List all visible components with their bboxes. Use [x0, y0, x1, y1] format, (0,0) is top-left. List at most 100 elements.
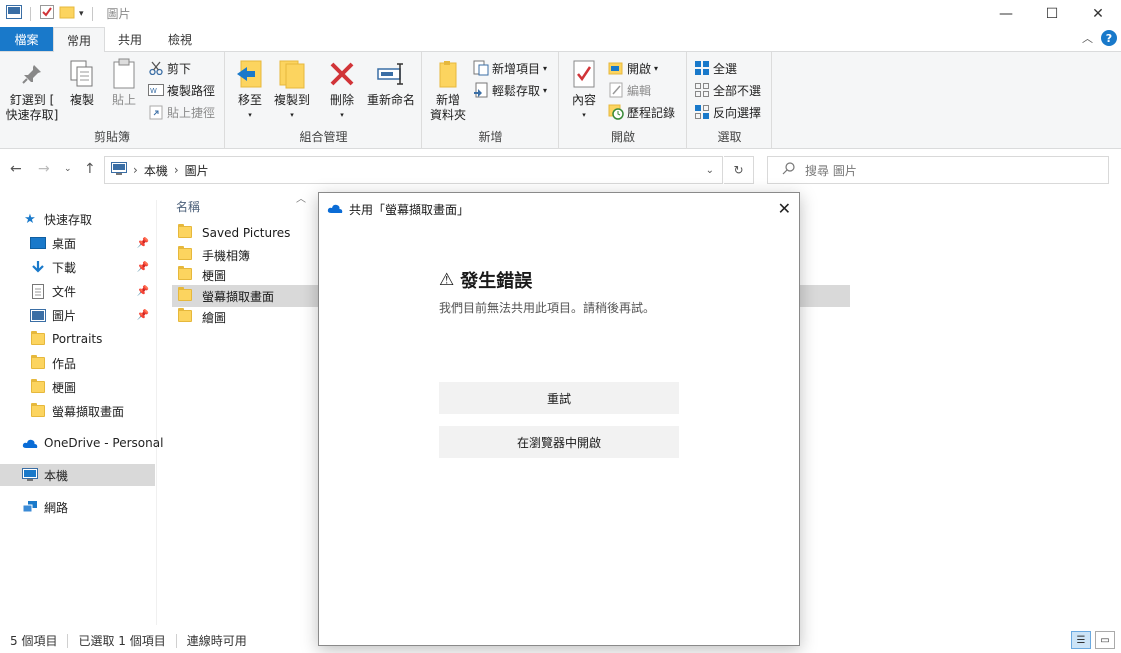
pin-quick-access-button[interactable]: 釘選到 [ 快速存取] [4, 58, 60, 123]
properties-icon [568, 58, 600, 90]
recent-locations-chevron-icon[interactable]: ⌄ [64, 164, 72, 174]
pin-icon[interactable]: 📌 [137, 286, 149, 297]
breadcrumb-this-pc[interactable]: 本機 [144, 162, 168, 179]
quick-access-toolbar: ▾ 圖片 [0, 0, 131, 27]
details-view-icon[interactable]: ☰ [1071, 631, 1091, 649]
select-all-label: 全選 [713, 61, 738, 76]
easy-access-button[interactable]: 輕鬆存取 ▾ [473, 80, 547, 100]
ribbon-right-controls: ︿ ? [1082, 30, 1117, 46]
pin-icon[interactable]: 📌 [137, 310, 149, 321]
copy-to-dropdown-icon: ▾ [290, 111, 294, 119]
new-folder-button[interactable]: 新增 資料夾 [427, 58, 469, 123]
pin-icon[interactable]: 📌 [137, 238, 149, 249]
customize-toolbar-chevron-icon[interactable]: ▾ [79, 9, 84, 19]
window-controls: — ☐ ✕ [983, 0, 1121, 27]
new-item-icon [473, 60, 489, 76]
collapse-ribbon-icon[interactable]: ︿ [1082, 30, 1093, 46]
large-icons-view-icon[interactable]: ▭ [1095, 631, 1115, 649]
retry-button[interactable]: 重試 [439, 382, 679, 414]
minimize-button[interactable]: — [983, 0, 1029, 27]
up-arrow-icon[interactable]: ↑ [84, 161, 96, 177]
toolbar-divider [91, 6, 93, 21]
svg-text:W: W [150, 87, 157, 95]
tab-file[interactable]: 檔案 [0, 27, 53, 51]
rename-button[interactable]: 重新命名 [364, 58, 418, 108]
folder-icon [30, 403, 46, 419]
cut-label: 剪下 [167, 61, 192, 76]
dialog-heading: ⚠ 發生錯誤 [439, 267, 532, 293]
refresh-button[interactable]: ↻ [724, 156, 754, 184]
easy-access-icon [473, 82, 489, 98]
sort-ascending-icon[interactable]: ︿ [296, 190, 306, 205]
copy-path-button[interactable]: W 複製路徑 [148, 80, 215, 100]
pin-icon[interactable]: 📌 [137, 262, 149, 273]
rename-label: 重新命名 [366, 93, 415, 107]
nav-item-desktop[interactable]: 桌面 📌 [0, 232, 155, 254]
select-all-icon [694, 60, 710, 76]
status-item-count: 5 個項目 [0, 633, 69, 648]
copy-label: 複製 [69, 93, 94, 107]
nav-item-portraits[interactable]: Portraits [0, 328, 155, 350]
breadcrumb-separator-icon[interactable]: › [133, 163, 138, 177]
nav-item-screenshots[interactable]: 螢幕擷取畫面 [0, 400, 155, 422]
back-arrow-icon[interactable]: ← [10, 161, 22, 177]
navigation-row: ← → ⌄ ↑ › 本機 › 圖片 ⌄ ↻ 搜尋 圖片 [0, 150, 1121, 190]
new-folder-icon[interactable] [59, 4, 75, 23]
window-icon[interactable] [6, 5, 22, 22]
select-none-icon [694, 82, 710, 98]
help-icon[interactable]: ? [1101, 30, 1117, 46]
nav-network[interactable]: 網路 [0, 496, 155, 518]
properties-button[interactable]: 內容 ▾ [566, 58, 602, 123]
search-box[interactable]: 搜尋 圖片 [767, 156, 1109, 184]
breadcrumb-pictures[interactable]: 圖片 [185, 162, 209, 179]
nav-item-memes[interactable]: 梗圖 [0, 376, 155, 398]
nav-this-pc[interactable]: 本機 [0, 464, 155, 486]
forward-arrow-icon[interactable]: → [38, 161, 50, 177]
invert-selection-button[interactable]: 反向選擇 [694, 102, 761, 122]
folder-icon [178, 287, 194, 303]
nav-onedrive[interactable]: OneDrive - Personal [0, 432, 163, 454]
paste-shortcut-button[interactable]: 貼上捷徑 [148, 102, 215, 122]
copy-button[interactable]: 複製 [62, 58, 102, 108]
dialog-close-button[interactable]: ✕ [778, 199, 791, 218]
open-folder-icon [608, 60, 624, 76]
tab-share[interactable]: 共用 [105, 27, 155, 51]
select-all-button[interactable]: 全選 [694, 58, 737, 78]
history-button[interactable]: 歷程記錄 [608, 102, 675, 122]
copy-path-label: 複製路徑 [167, 83, 216, 98]
properties-check-icon[interactable] [39, 4, 55, 23]
copy-icon [66, 58, 98, 90]
desktop-icon [30, 235, 46, 251]
breadcrumb-separator-icon[interactable]: › [174, 163, 179, 177]
open-in-browser-button[interactable]: 在瀏覽器中開啟 [439, 426, 679, 458]
new-item-button[interactable]: 新增項目 ▾ [473, 58, 547, 78]
nav-item-label: 下載 [52, 260, 77, 275]
organize-group-label: 組合管理 [299, 130, 348, 144]
delete-button[interactable]: 刪除 ▾ [324, 58, 360, 123]
nav-quick-access[interactable]: ★ 快速存取 [0, 208, 155, 230]
properties-dropdown-icon: ▾ [582, 111, 586, 119]
nav-item-downloads[interactable]: 下載 📌 [0, 256, 155, 278]
new-group: 新增 資料夾 新增項目 ▾ 輕鬆存取 ▾ 新增 [423, 52, 559, 149]
edit-button[interactable]: 編輯 [608, 80, 651, 100]
tab-view[interactable]: 檢視 [155, 27, 205, 51]
copy-to-label: 複製到 [273, 93, 310, 107]
cut-button[interactable]: 剪下 [148, 58, 191, 78]
open-button[interactable]: 開啟 ▾ [608, 58, 658, 78]
move-to-button[interactable]: 移至 ▾ [232, 58, 268, 123]
copy-to-button[interactable]: 複製到 ▾ [272, 58, 312, 123]
address-bar[interactable]: › 本機 › 圖片 ⌄ [104, 156, 723, 184]
select-none-button[interactable]: 全部不選 [694, 80, 761, 100]
address-dropdown-chevron-icon[interactable]: ⌄ [706, 165, 714, 176]
tab-home[interactable]: 常用 [53, 27, 106, 52]
new-item-dropdown-icon: ▾ [543, 63, 548, 73]
nav-item-pictures[interactable]: 圖片 📌 [0, 304, 155, 326]
paste-button[interactable]: 貼上 [104, 58, 144, 108]
warning-icon: ⚠ [439, 270, 455, 290]
nav-item-label: 桌面 [52, 236, 77, 251]
close-button[interactable]: ✕ [1075, 0, 1121, 27]
nav-item-documents[interactable]: 文件 📌 [0, 280, 155, 302]
column-header-name[interactable]: 名稱 [176, 198, 200, 215]
maximize-button[interactable]: ☐ [1029, 0, 1075, 27]
nav-item-works[interactable]: 作品 [0, 352, 155, 374]
